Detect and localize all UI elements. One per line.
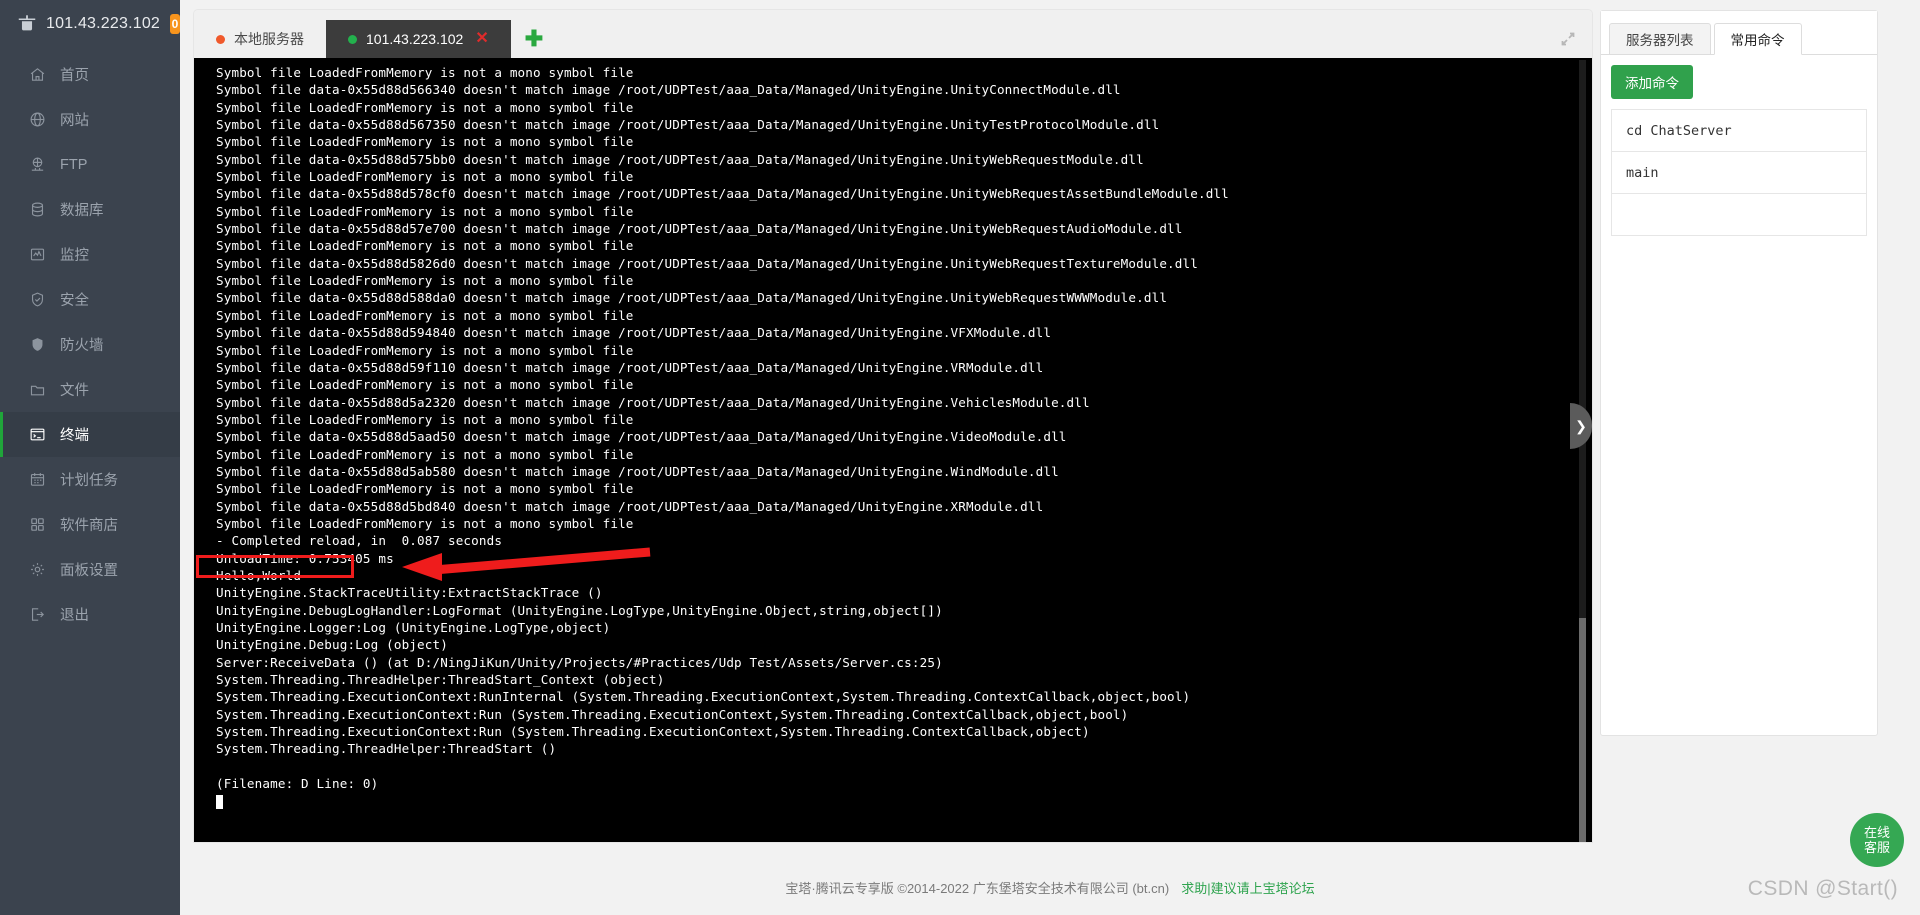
terminal-scrollbar-thumb[interactable] [1579, 618, 1586, 842]
shield-check-icon [29, 291, 46, 308]
sidebar-item-logout[interactable]: 退出 [0, 592, 180, 637]
list-item[interactable]: main [1612, 152, 1866, 194]
sidebar-nav: 首页 网站 FTP 数据库 监控 安全 防火墙 文件 终端 计划任务 软件商店 … [0, 48, 180, 637]
sidebar-item-label: 计划任务 [60, 473, 118, 489]
terminal-workspace: 本地服务器 101.43.223.102 ✕ ✚ Symbol file Loa… [194, 10, 1906, 842]
notification-badge[interactable]: 0 [170, 14, 180, 34]
terminal-icon [29, 426, 46, 443]
footer-copyright: 宝塔·腾讯云专享版 ©2014-2022 广东堡塔安全技术有限公司 (bt.cn… [785, 880, 1170, 896]
chevron-right-icon: ❯ [1575, 417, 1587, 434]
terminal-tabbar: 本地服务器 101.43.223.102 ✕ ✚ [194, 10, 1592, 58]
sidebar-item-crontab[interactable]: 计划任务 [0, 457, 180, 502]
side-panel-body: 添加命令 cd ChatServer main [1601, 55, 1877, 236]
terminal-tab-local[interactable]: 本地服务器 [194, 20, 326, 58]
sidebar-item-security[interactable]: 安全 [0, 277, 180, 322]
command-side-panel: 服务器列表 常用命令 添加命令 cd ChatServer main [1600, 10, 1878, 736]
terminal-output-area[interactable]: Symbol file LoadedFromMemory is not a mo… [194, 58, 1592, 842]
sidebar-item-settings[interactable]: 面板设置 [0, 547, 180, 592]
bt-panel-app: 101.43.223.102 0 首页 网站 FTP 数据库 监控 安全 防火墙… [0, 0, 1920, 915]
sidebar-item-terminal[interactable]: 终端 [0, 412, 180, 457]
sidebar-item-website[interactable]: 网站 [0, 97, 180, 142]
calendar-icon [29, 471, 46, 488]
side-panel-tabs: 服务器列表 常用命令 [1601, 11, 1877, 55]
sidebar-item-label: 软件商店 [60, 518, 118, 534]
tab-label: 服务器列表 [1626, 33, 1694, 48]
sidebar-item-label: 退出 [60, 608, 89, 624]
sidebar-item-firewall[interactable]: 防火墙 [0, 322, 180, 367]
add-command-button[interactable]: 添加命令 [1611, 65, 1693, 99]
sidebar-item-label: 数据库 [60, 203, 104, 219]
close-icon[interactable]: ✕ [475, 31, 488, 47]
terminal-tab-label: 本地服务器 [234, 31, 304, 47]
list-item-empty [1612, 194, 1866, 236]
add-tab-icon[interactable]: ✚ [525, 28, 543, 50]
sidebar-item-label: 监控 [60, 248, 89, 264]
status-dot-icon [348, 34, 357, 44]
footer: 宝塔·腾讯云专享版 ©2014-2022 广东堡塔安全技术有限公司 (bt.cn… [180, 859, 1920, 915]
terminal-tab-label: 101.43.223.102 [366, 31, 464, 47]
server-ip-label: 101.43.223.102 [46, 15, 161, 32]
folder-icon [29, 381, 46, 398]
terminal-card: 本地服务器 101.43.223.102 ✕ ✚ Symbol file Loa… [194, 10, 1592, 842]
ftp-icon [29, 156, 46, 173]
globe-icon [29, 111, 46, 128]
database-icon [29, 201, 46, 218]
sidebar-item-appstore[interactable]: 软件商店 [0, 502, 180, 547]
sidebar-item-label: 安全 [60, 293, 89, 309]
sidebar: 101.43.223.102 0 首页 网站 FTP 数据库 监控 安全 防火墙… [0, 0, 180, 915]
sidebar-item-files[interactable]: 文件 [0, 367, 180, 412]
firewall-shield-icon [29, 336, 46, 353]
sidebar-item-label: 面板设置 [60, 563, 118, 579]
fab-line-1: 在线 [1863, 825, 1890, 840]
terminal-cursor [216, 795, 223, 810]
grid-apps-icon [29, 516, 46, 533]
terminal-output-text: Symbol file LoadedFromMemory is not a mo… [216, 65, 1229, 792]
gear-icon [29, 561, 46, 578]
sidebar-item-label: 防火墙 [60, 338, 104, 354]
pagoda-logo-icon [16, 13, 38, 35]
logout-icon [29, 606, 46, 623]
monitor-icon [29, 246, 46, 263]
sidebar-item-label: 文件 [60, 383, 89, 399]
terminal-tab-remote[interactable]: 101.43.223.102 ✕ [326, 20, 511, 58]
tab-server-list[interactable]: 服务器列表 [1609, 23, 1711, 55]
tab-label: 常用命令 [1730, 33, 1785, 48]
fullscreen-expand-icon[interactable] [1558, 29, 1578, 49]
sidebar-item-label: 终端 [60, 428, 89, 444]
sidebar-item-label: FTP [60, 156, 88, 173]
home-icon [29, 66, 46, 83]
status-dot-icon [216, 34, 225, 44]
sidebar-item-label: 网站 [60, 113, 89, 129]
sidebar-item-database[interactable]: 数据库 [0, 187, 180, 232]
command-text: cd ChatServer [1626, 122, 1732, 139]
command-text: main [1626, 164, 1659, 181]
sidebar-item-label: 首页 [60, 68, 89, 84]
footer-forum-link[interactable]: 求助|建议请上宝塔论坛 [1181, 878, 1314, 897]
sidebar-item-monitor[interactable]: 监控 [0, 232, 180, 277]
sidebar-item-home[interactable]: 首页 [0, 52, 180, 97]
online-support-button[interactable]: 在线 客服 [1850, 813, 1904, 867]
tab-common-commands[interactable]: 常用命令 [1713, 23, 1802, 55]
fab-line-2: 客服 [1863, 840, 1890, 855]
command-list: cd ChatServer main [1611, 109, 1867, 236]
sidebar-item-ftp[interactable]: FTP [0, 142, 180, 187]
list-item[interactable]: cd ChatServer [1612, 110, 1866, 152]
main-content: 本地服务器 101.43.223.102 ✕ ✚ Symbol file Loa… [180, 0, 1920, 915]
brand-header: 101.43.223.102 0 [0, 0, 180, 48]
